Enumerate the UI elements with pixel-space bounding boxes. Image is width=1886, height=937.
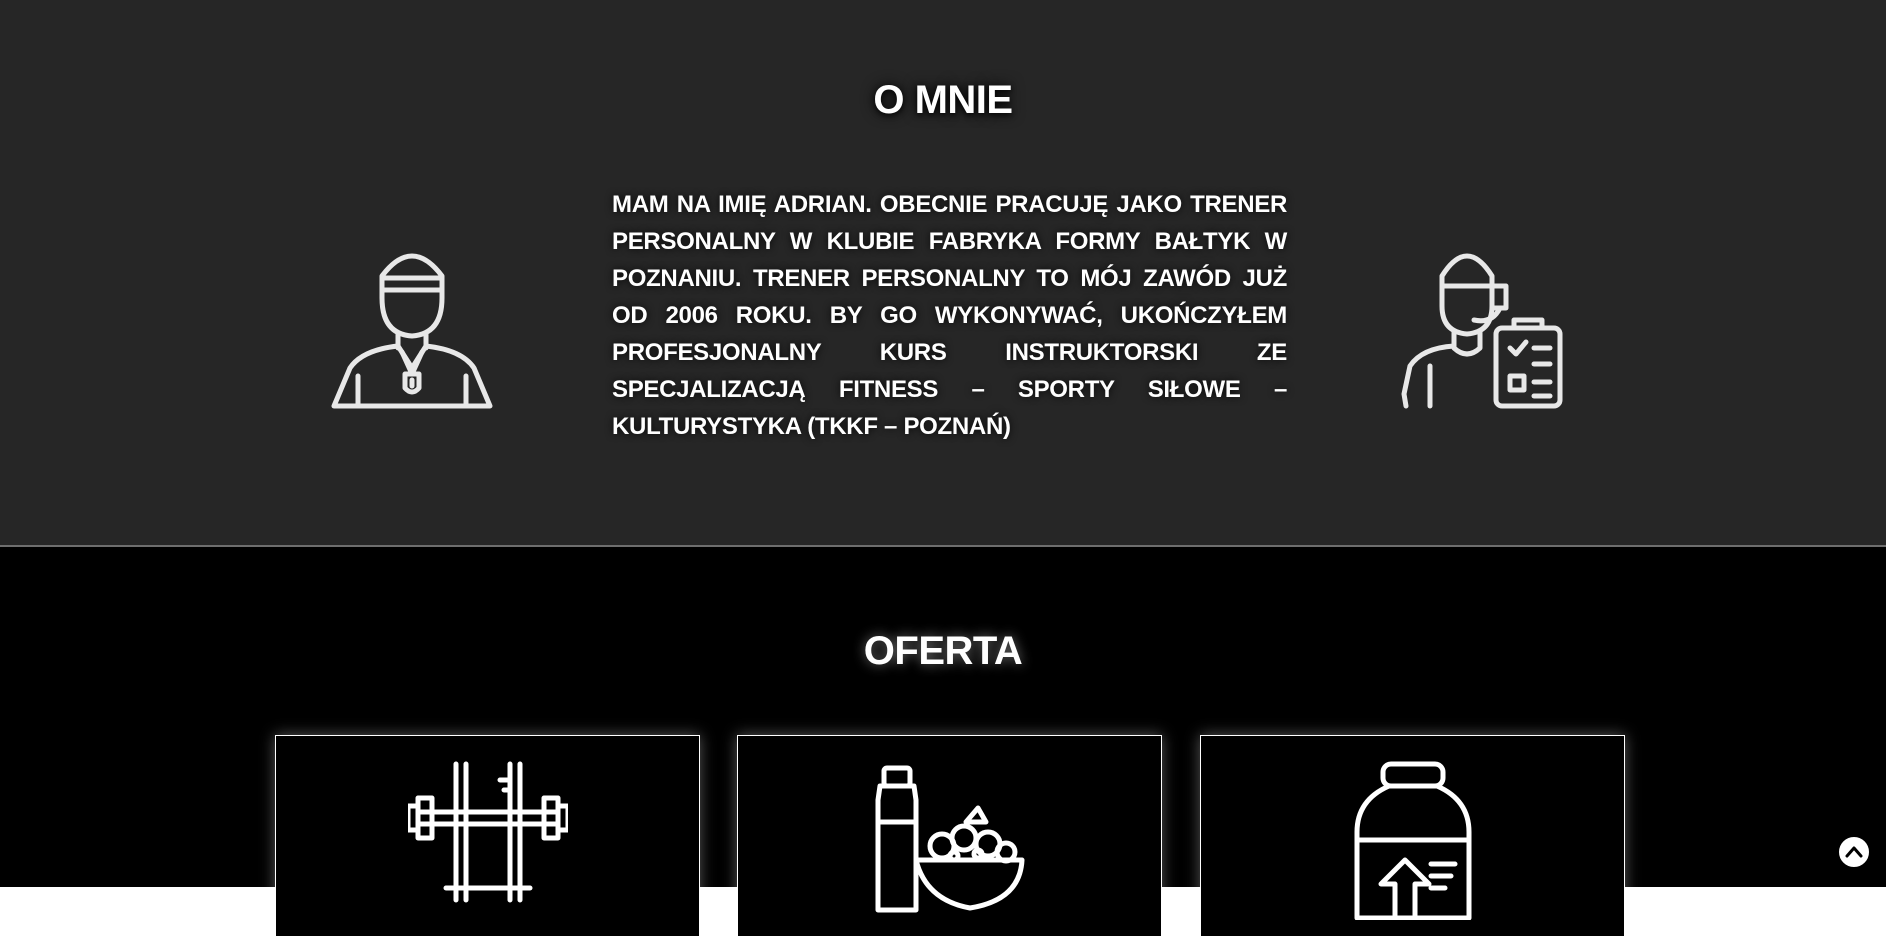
barbell-rack-icon	[407, 761, 568, 903]
diet-food-icon	[875, 765, 1024, 913]
chevron-up-icon	[1845, 846, 1863, 858]
supplement-jar-icon	[1354, 761, 1471, 920]
about-description: MAM NA IMIĘ ADRIAN. OBECNIE PRACUJĘ JAKO…	[612, 191, 1287, 440]
about-section: O MNIE MAM NA IMIĘ ADRIAN. OBECNIE PRACU…	[0, 0, 1886, 547]
coach-whistle-icon	[322, 236, 502, 416]
scroll-to-top-button[interactable]	[1837, 835, 1871, 869]
offer-card-training[interactable]	[275, 735, 700, 937]
offer-section: OFERTA	[0, 547, 1886, 937]
about-title: O MNIE	[873, 78, 1013, 122]
trainer-clipboard-icon	[1392, 236, 1572, 416]
offer-card-supplements[interactable]	[1200, 735, 1625, 937]
offer-title: OFERTA	[863, 629, 1023, 673]
offer-card-diet[interactable]	[737, 735, 1162, 937]
